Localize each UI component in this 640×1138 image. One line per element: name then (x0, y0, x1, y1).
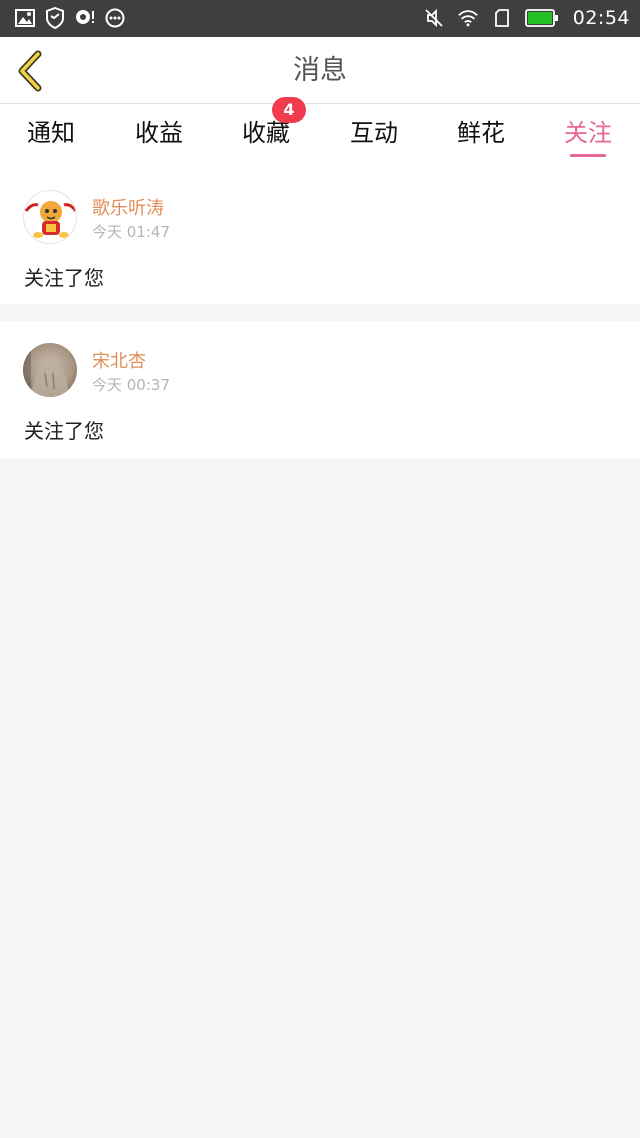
tab-bar: 通知 收益 收藏 4 互动 鲜花 关注 (0, 97, 640, 166)
wifi-icon (457, 7, 479, 29)
battery-icon (524, 7, 559, 29)
sim-card-icon (491, 7, 513, 29)
more-icon (104, 7, 126, 29)
username-link[interactable]: 歌乐听涛 (92, 194, 164, 220)
active-tab-indicator (570, 154, 606, 157)
tab-notice[interactable]: 通知 (1, 104, 101, 166)
avatar[interactable] (23, 190, 77, 244)
tab-label: 收藏 (242, 119, 290, 147)
tab-favorites[interactable]: 收藏 4 (216, 97, 316, 166)
tab-label: 互动 (350, 119, 398, 147)
shield-icon (44, 7, 66, 29)
chat-alert-icon (74, 7, 96, 29)
tab-label: 通知 (27, 119, 75, 147)
unread-badge: 4 (272, 97, 306, 123)
tab-earnings[interactable]: 收益 (109, 104, 209, 166)
notification-message: 关注了您 (24, 419, 104, 443)
image-icon (14, 7, 36, 29)
back-button[interactable] (10, 49, 50, 93)
page-title: 消息 (293, 55, 347, 86)
avatar[interactable] (23, 343, 77, 397)
timestamp: 今天 00:37 (92, 376, 170, 394)
tab-label: 鲜花 (457, 119, 505, 147)
tab-interaction[interactable]: 互动 (324, 104, 424, 166)
notification-item[interactable]: 宋北杏 今天 00:37 关注了您 (0, 321, 640, 458)
back-arrow-icon (18, 50, 42, 92)
username-link[interactable]: 宋北杏 (92, 347, 146, 373)
mute-icon (423, 7, 445, 29)
mascot-avatar-icon (24, 192, 76, 243)
tab-follow[interactable]: 关注 (538, 104, 638, 166)
tab-label: 收益 (135, 119, 183, 147)
status-bar: 02:54 (0, 0, 640, 37)
status-time: 02:54 (572, 7, 630, 29)
photo-avatar-icon (23, 343, 77, 397)
timestamp: 今天 01:47 (92, 223, 170, 241)
tab-flowers[interactable]: 鲜花 (431, 104, 531, 166)
tab-label: 关注 (564, 119, 612, 147)
title-bar: 消息 (0, 37, 640, 104)
notification-message: 关注了您 (24, 266, 104, 290)
notification-item[interactable]: 歌乐听涛 今天 01:47 关注了您 (0, 166, 640, 304)
